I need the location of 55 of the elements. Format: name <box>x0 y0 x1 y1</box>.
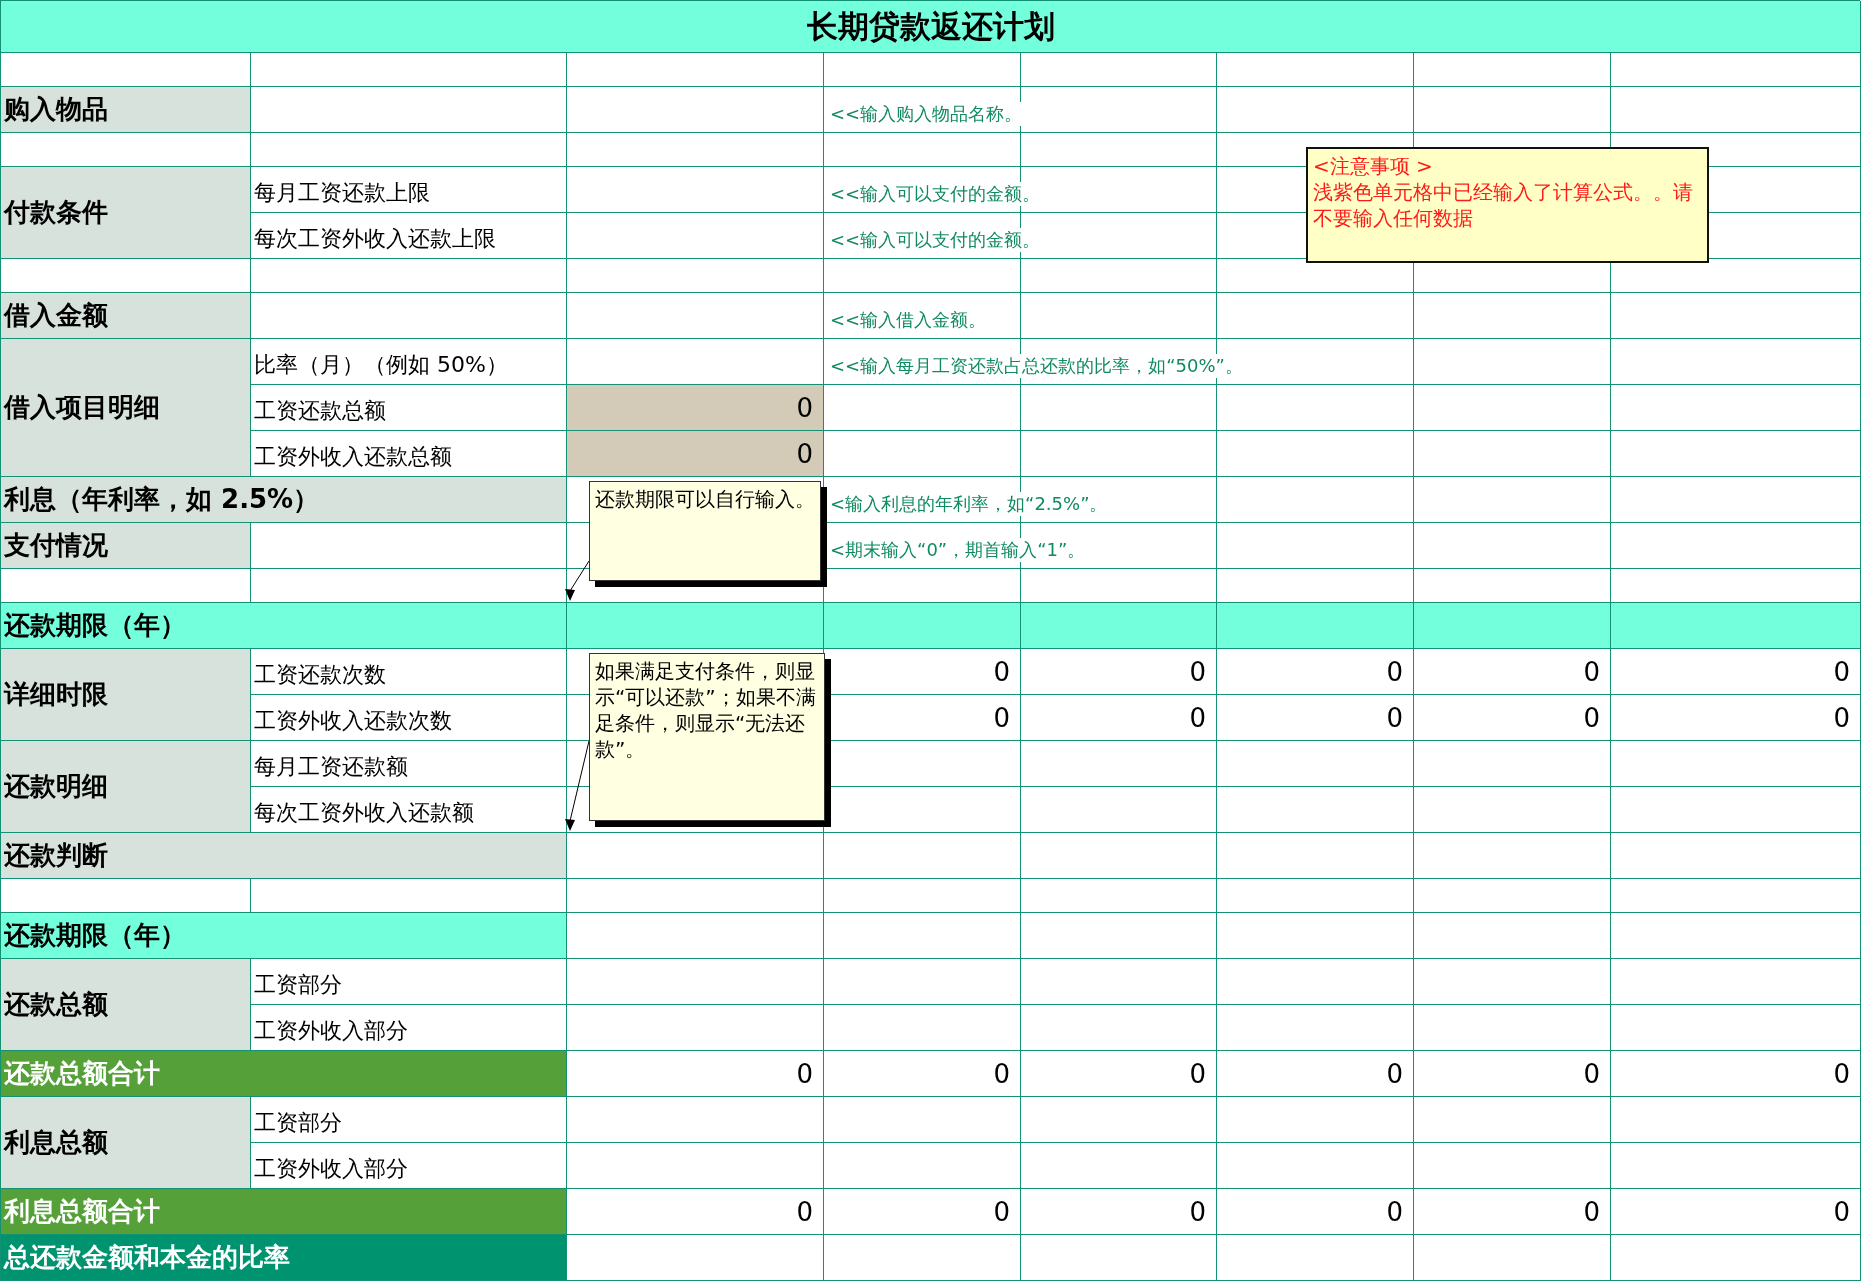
value-cell: 0 <box>1217 649 1414 695</box>
row-label: 利息（年利率，如 2.5%） <box>1 477 567 523</box>
value-cell: 0 <box>1611 649 1861 695</box>
value-cell: 0 <box>567 1051 824 1097</box>
value-cell: 0 <box>1611 1051 1861 1097</box>
group-label: 借入项目明细 <box>1 339 251 477</box>
leader-arrow <box>565 560 590 601</box>
total-label: 还款总额合计 <box>1 1051 567 1097</box>
value-cell: 0 <box>1217 1189 1414 1235</box>
item-label: 比率（月）（例如 50%） <box>251 339 567 385</box>
item-label: 工资还款次数 <box>251 649 567 695</box>
value-cell: 0 <box>1217 695 1414 741</box>
value-cell: 0 <box>1414 695 1611 741</box>
row-label: 购入物品 <box>1 87 251 133</box>
comment-text: 浅紫色单元格中已经输入了计算公式。。请不要输入任何数据 <box>1313 179 1694 231</box>
group-label: 利息总额 <box>1 1097 251 1189</box>
item-label: 工资部分 <box>251 959 567 1005</box>
value-cell: 0 <box>1021 1189 1217 1235</box>
value-cell: 0 <box>1611 695 1861 741</box>
section-header: 还款期限（年） <box>1 913 567 959</box>
value-cell: 0 <box>567 1189 824 1235</box>
value-cell: 0 <box>824 1189 1021 1235</box>
value-cell: 0 <box>824 1051 1021 1097</box>
formula-cell: 0 <box>567 385 824 431</box>
item-label: 工资外收入还款总额 <box>251 431 567 477</box>
value-cell: 0 <box>1021 649 1217 695</box>
group-label: 付款条件 <box>1 167 251 259</box>
value-cell: 0 <box>1611 1189 1861 1235</box>
group-label: 还款明细 <box>1 741 251 833</box>
section-header: 还款期限（年） <box>1 603 567 649</box>
sheet-title: 长期贷款返还计划 <box>1 1 1861 53</box>
value-cell: 0 <box>1414 1189 1611 1235</box>
item-label: 工资部分 <box>251 1097 567 1143</box>
row-label: 借入金额 <box>1 293 251 339</box>
comment-title: <注意事项 > <box>1313 153 1434 179</box>
item-label: 每次工资外收入还款上限 <box>251 213 567 259</box>
value-cell: 0 <box>1021 1051 1217 1097</box>
item-label: 工资外收入部分 <box>251 1143 567 1189</box>
value-cell: 0 <box>1021 695 1217 741</box>
item-label: 每月工资还款额 <box>251 741 567 787</box>
item-label: 每月工资还款上限 <box>251 167 567 213</box>
total-label: 总还款金额和本金的比率 <box>1 1235 567 1281</box>
formula-cell: 0 <box>567 431 824 477</box>
value-cell: 0 <box>1414 1051 1611 1097</box>
row-label: 支付情况 <box>1 523 251 569</box>
item-label: 工资外收入还款次数 <box>251 695 567 741</box>
row-label: 还款判断 <box>1 833 567 879</box>
value-cell: 0 <box>1217 1051 1414 1097</box>
item-label: 工资外收入部分 <box>251 1005 567 1051</box>
value-cell: 0 <box>1414 649 1611 695</box>
group-label: 详细时限 <box>1 649 251 741</box>
item-label: 工资还款总额 <box>251 385 567 431</box>
total-label: 利息总额合计 <box>1 1189 567 1235</box>
group-label: 还款总额 <box>1 959 251 1051</box>
item-label: 每次工资外收入还款额 <box>251 787 567 833</box>
